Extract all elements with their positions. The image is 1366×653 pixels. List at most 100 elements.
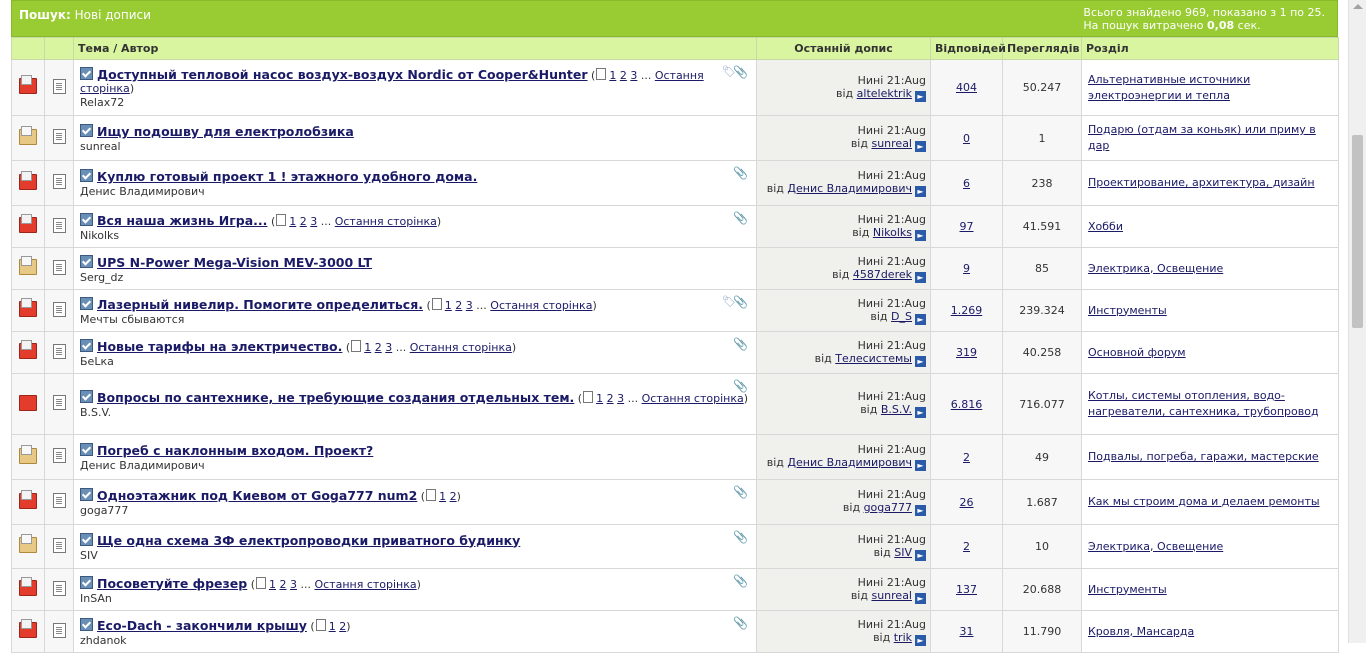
replies-link[interactable]: 6.816	[951, 398, 983, 411]
topic-title-link[interactable]: Посоветуйте фрезер	[97, 576, 247, 591]
last-page-link[interactable]: Остання сторінка	[490, 299, 592, 312]
go-to-post-icon[interactable]: ►	[915, 460, 926, 471]
header-views[interactable]: Переглядів	[1002, 37, 1082, 60]
checkbox-icon[interactable]	[80, 254, 93, 268]
go-to-post-icon[interactable]: ►	[915, 186, 926, 197]
last-post-author-link[interactable]: sunreal	[871, 589, 912, 602]
checkbox-icon[interactable]	[80, 212, 93, 226]
page-link[interactable]: 2	[455, 299, 462, 312]
page-link[interactable]: 1	[439, 490, 446, 503]
replies-link[interactable]: 31	[960, 625, 974, 638]
header-topic[interactable]: Тема / Автор	[73, 37, 757, 60]
checkbox-icon[interactable]	[80, 169, 93, 182]
section-link[interactable]: Подарю (отдам за коньяк) или приму в дар	[1088, 123, 1316, 152]
scrollbar-thumb[interactable]	[1352, 135, 1363, 328]
page-link[interactable]: 1	[609, 69, 616, 82]
page-link[interactable]: 1	[289, 215, 296, 228]
topic-title-link[interactable]: UPS N-Power Mega-Vision MEV-3000 LT	[97, 255, 372, 270]
section-link[interactable]: Как мы строим дома и делаем ремонты	[1088, 495, 1320, 508]
section-link[interactable]: Электрика, Освещение	[1088, 262, 1223, 275]
topic-title-link[interactable]: Ищу подошву для електролобзика	[97, 124, 354, 139]
replies-link[interactable]: 2	[963, 540, 970, 553]
last-post-author-link[interactable]: B.S.V.	[881, 403, 912, 416]
section-link[interactable]: Проектирование, архитектура, дизайн	[1088, 176, 1315, 189]
go-to-post-icon[interactable]: ►	[915, 549, 926, 561]
replies-link[interactable]: 319	[956, 346, 977, 359]
last-post-author-link[interactable]: SIV	[894, 546, 912, 559]
topic-title-link[interactable]: Доступный тепловой насос воздух-воздух N…	[97, 67, 588, 82]
page-link[interactable]: 3	[466, 299, 473, 312]
topic-title-link[interactable]: Новые тарифы на электричество.	[97, 339, 342, 354]
section-link[interactable]: Электрика, Освещение	[1088, 540, 1223, 553]
go-to-post-icon[interactable]: ►	[915, 90, 926, 102]
checkbox-icon[interactable]	[80, 296, 93, 310]
page-link[interactable]: 3	[617, 392, 624, 405]
checkbox-icon[interactable]	[80, 443, 93, 456]
checkbox-icon[interactable]	[80, 488, 93, 501]
vertical-scrollbar[interactable]	[1348, 0, 1366, 643]
last-post-author-link[interactable]: trik	[894, 631, 912, 644]
topic-title-link[interactable]: Eco-Dach - закончили крышу	[97, 618, 307, 633]
page-link[interactable]: 2	[607, 392, 614, 405]
topic-title-link[interactable]: Вся наша жизнь Игра...	[97, 213, 267, 228]
go-to-post-icon[interactable]: ►	[915, 313, 926, 325]
go-to-post-icon[interactable]: ►	[915, 355, 926, 367]
page-link[interactable]: 3	[385, 341, 392, 354]
checkbox-icon[interactable]	[80, 575, 93, 589]
section-link[interactable]: Инструменты	[1088, 304, 1167, 317]
section-link[interactable]: Подвалы, погреба, гаражи, мастерские	[1088, 450, 1319, 463]
last-post-author-link[interactable]: Денис Владимирович	[787, 182, 912, 195]
page-link[interactable]: 3	[310, 215, 317, 228]
topic-title-link[interactable]: Погреб с наклонным входом. Проект?	[97, 443, 373, 458]
page-link[interactable]: 2	[620, 69, 627, 82]
last-post-author-link[interactable]: 4587derek	[853, 268, 912, 281]
checkbox-icon[interactable]	[80, 338, 93, 352]
last-post-author-link[interactable]: Денис Владимирович	[787, 456, 912, 469]
go-to-post-icon[interactable]: ►	[915, 505, 926, 516]
checkbox-icon[interactable]	[80, 124, 93, 137]
replies-link[interactable]: 97	[960, 220, 974, 233]
section-link[interactable]: Кровля, Мансарда	[1088, 625, 1194, 638]
page-link[interactable]: 3	[290, 578, 297, 591]
page-link[interactable]: 1	[445, 299, 452, 312]
topic-title-link[interactable]: Лазерный нивелир. Помогите определиться.	[97, 297, 423, 312]
section-link[interactable]: Котлы, системы отопления, водо-нагревате…	[1088, 389, 1319, 418]
page-link[interactable]: 3	[630, 69, 637, 82]
page-link[interactable]: 2	[375, 341, 382, 354]
topic-title-link[interactable]: Одноэтажник под Киевом от Goga777 num2	[97, 488, 417, 503]
scroll-up-arrow-icon[interactable]	[1353, 4, 1363, 9]
last-post-author-link[interactable]: D_S	[891, 310, 912, 323]
replies-link[interactable]: 6	[963, 177, 970, 190]
page-link[interactable]: 1	[329, 620, 336, 633]
go-to-post-icon[interactable]: ►	[915, 634, 926, 646]
replies-link[interactable]: 137	[956, 583, 977, 596]
page-link[interactable]: 1	[269, 578, 276, 591]
topic-title-link[interactable]: Куплю готовый проект 1 ! этажного удобно…	[97, 169, 477, 184]
topic-title-link[interactable]: Ще одна схема 3Ф електропроводки приватн…	[97, 533, 520, 548]
header-replies[interactable]: Відповідей	[930, 37, 1006, 60]
replies-link[interactable]: 1.269	[951, 304, 983, 317]
header-section[interactable]: Розділ	[1081, 37, 1339, 60]
page-link[interactable]: 2	[279, 578, 286, 591]
go-to-post-icon[interactable]: ►	[915, 271, 926, 283]
section-link[interactable]: Хобби	[1088, 220, 1123, 233]
checkbox-icon[interactable]	[80, 390, 93, 403]
replies-link[interactable]: 404	[956, 81, 977, 94]
last-post-author-link[interactable]: altelektrik	[857, 87, 912, 100]
replies-link[interactable]: 2	[963, 451, 970, 464]
replies-link[interactable]: 0	[963, 132, 970, 145]
replies-link[interactable]: 26	[960, 496, 974, 509]
go-to-post-icon[interactable]: ►	[915, 229, 926, 241]
page-link[interactable]: 2	[300, 215, 307, 228]
last-post-author-link[interactable]: Nikolks	[873, 226, 912, 239]
topic-title-link[interactable]: Вопросы по сантехнике, не требующие созд…	[97, 390, 574, 405]
last-page-link[interactable]: Остання сторінка	[642, 392, 744, 405]
last-post-author-link[interactable]: sunreal	[871, 137, 912, 150]
last-page-link[interactable]: Остання сторінка	[314, 578, 416, 591]
page-link[interactable]: 2	[339, 620, 346, 633]
last-page-link[interactable]: Остання сторінка	[410, 341, 512, 354]
checkbox-icon[interactable]	[80, 617, 93, 631]
checkbox-icon[interactable]	[80, 67, 93, 80]
header-last-post[interactable]: Останній допис	[756, 37, 931, 60]
section-link[interactable]: Инструменты	[1088, 583, 1167, 596]
